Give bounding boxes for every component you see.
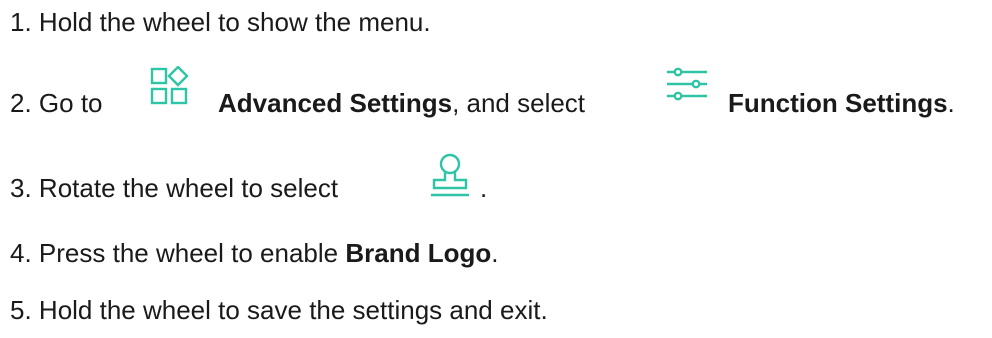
- step-2-advanced-settings: Advanced Settings, and select: [218, 87, 585, 119]
- step-4: 4. Press the wheel to enable Brand Logo.: [10, 237, 498, 269]
- step-number: 5.: [10, 295, 32, 325]
- step-text: .: [491, 238, 499, 268]
- step-2-function-settings: Function Settings.: [728, 87, 955, 119]
- step-number: 1.: [10, 7, 32, 37]
- step-text: Hold the wheel to save the settings and …: [38, 295, 548, 325]
- function-settings-icon: [666, 66, 708, 102]
- brand-logo-label: Brand Logo: [345, 238, 492, 268]
- advanced-settings-label: Advanced Settings: [218, 88, 453, 118]
- step-text: , and select: [452, 88, 586, 118]
- step-text: Go to: [38, 88, 103, 118]
- step-1: 1. Hold the wheel to show the menu.: [10, 6, 431, 38]
- step-number: 2.: [10, 88, 32, 118]
- step-text: .: [947, 88, 955, 118]
- brand-logo-stamp-icon: [428, 152, 472, 200]
- step-2: 2. Go to: [10, 87, 103, 119]
- function-settings-label: Function Settings: [728, 88, 948, 118]
- step-5: 5. Hold the wheel to save the settings a…: [10, 294, 548, 326]
- step-text: Hold the wheel to show the menu.: [38, 7, 431, 37]
- step-3-end: .: [480, 172, 487, 204]
- step-number: 3.: [10, 173, 32, 203]
- advanced-settings-icon: [149, 66, 189, 106]
- step-number: 4.: [10, 238, 32, 268]
- step-text: .: [480, 173, 488, 203]
- step-text: Rotate the wheel to select: [38, 173, 339, 203]
- step-text: Press the wheel to enable: [38, 238, 339, 268]
- step-3: 3. Rotate the wheel to select: [10, 172, 338, 204]
